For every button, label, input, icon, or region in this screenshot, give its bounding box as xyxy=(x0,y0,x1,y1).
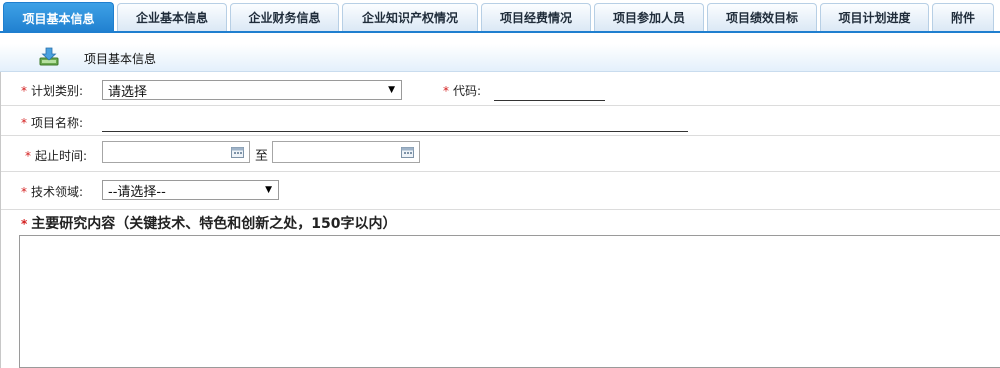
tab-project-schedule[interactable]: 项目计划进度 xyxy=(820,3,929,31)
form-row-tech-field: * 技术领域: --请选择-- ▼ xyxy=(1,171,1000,210)
end-date-input[interactable] xyxy=(272,141,420,163)
tech-field-select[interactable]: --请选择-- ▼ xyxy=(102,180,279,200)
tab-underline xyxy=(0,31,1000,33)
research-content-textarea[interactable] xyxy=(19,235,1000,368)
chevron-down-icon: ▼ xyxy=(265,185,272,195)
project-name-label: 项目名称: xyxy=(31,116,84,130)
chevron-down-icon: ▼ xyxy=(388,85,395,95)
form-row-project-name: * 项目名称: xyxy=(1,105,1000,136)
required-mark: * xyxy=(25,149,31,163)
tab-company-ip-status[interactable]: 企业知识产权情况 xyxy=(342,3,478,31)
tab-attachments[interactable]: 附件 xyxy=(932,3,994,31)
code-input[interactable] xyxy=(494,82,605,101)
calendar-icon[interactable] xyxy=(401,146,414,158)
required-mark: * xyxy=(21,185,27,199)
tech-field-selected: --请选择-- xyxy=(108,184,166,200)
tab-company-finance-info[interactable]: 企业财务信息 xyxy=(230,3,339,31)
project-info-form: * 计划类别: 请选择 ▼ * 代码: * 项目名称: * 起止时间: 至 * … xyxy=(0,72,1000,368)
calendar-icon[interactable] xyxy=(231,146,244,158)
download-icon[interactable] xyxy=(38,47,60,67)
research-content-label: 主要研究内容（关键技术、特色和创新之处，150字以内） xyxy=(31,216,397,232)
plan-type-selected: 请选择 xyxy=(108,84,148,100)
required-mark: * xyxy=(21,84,27,98)
tab-project-basic-info[interactable]: 项目基本信息 xyxy=(3,2,114,33)
tech-field-label: 技术领域: xyxy=(31,185,84,199)
project-name-input[interactable] xyxy=(102,113,688,132)
section-header: 项目基本信息 xyxy=(0,44,1000,72)
section-title: 项目基本信息 xyxy=(84,52,157,66)
required-mark: * xyxy=(21,116,27,130)
tab-project-personnel[interactable]: 项目参加人员 xyxy=(594,3,704,31)
tab-project-performance[interactable]: 项目绩效目标 xyxy=(707,3,817,31)
tab-project-funding[interactable]: 项目经费情况 xyxy=(481,3,591,31)
period-separator: 至 xyxy=(255,149,269,164)
form-row-plan-type: * 计划类别: 请选择 ▼ * 代码: xyxy=(1,72,1000,106)
plan-type-label: 计划类别: xyxy=(31,84,84,98)
required-mark: * xyxy=(21,217,28,231)
required-mark: * xyxy=(443,84,449,98)
form-row-research-content: * 主要研究内容（关键技术、特色和创新之处，150字以内） xyxy=(1,209,1000,235)
tab-bar: 项目基本信息 企业基本信息 企业财务信息 企业知识产权情况 项目经费情况 项目参… xyxy=(0,0,1000,33)
code-label: 代码: xyxy=(453,84,482,98)
start-date-input[interactable] xyxy=(102,141,250,163)
tab-company-basic-info[interactable]: 企业基本信息 xyxy=(117,3,227,31)
plan-type-select[interactable]: 请选择 ▼ xyxy=(102,80,402,100)
form-row-period: * 起止时间: 至 xyxy=(1,135,1000,172)
period-label: 起止时间: xyxy=(35,149,88,163)
